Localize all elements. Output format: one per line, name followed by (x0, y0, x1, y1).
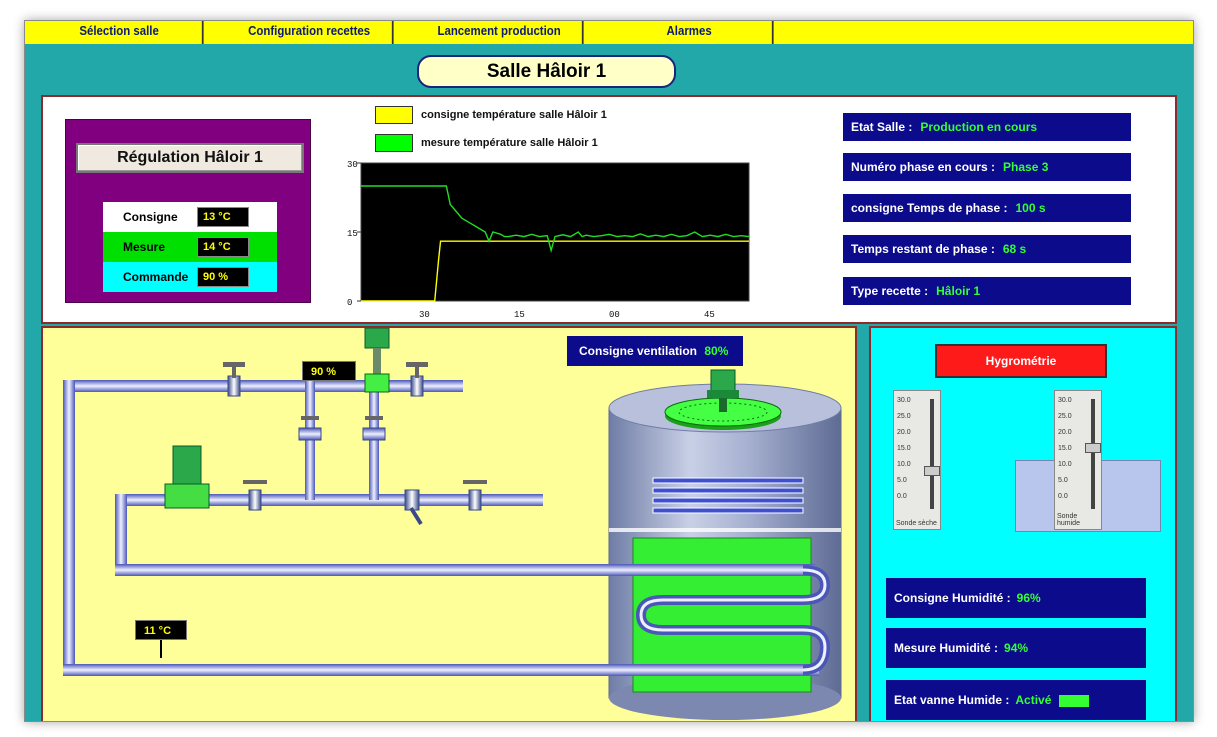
wet-probe-gauge[interactable]: 30.0 25.0 20.0 15.0 10.0 5.0 0.0 Sonde humide (1054, 390, 1102, 530)
setpoint-value[interactable]: 13 °C (197, 207, 249, 227)
return-temp-display: 11 °C (135, 620, 187, 640)
info-phase-remaining: Temps restant de phase : 68 s (843, 235, 1131, 263)
process-synoptic-panel: 90 % 11 °C Consigne ventilation 80% (41, 326, 857, 721)
dry-probe-track (930, 399, 934, 509)
command-value: 90 % (197, 267, 249, 287)
gauge-scale-label: 30.0 (897, 397, 911, 404)
chart-x-tick-label: 15 (514, 310, 525, 320)
humidity-valve-state-label: Etat vanne Humide : (894, 693, 1010, 707)
humidity-setpoint[interactable]: Consigne Humidité : 96% (886, 578, 1146, 618)
dry-probe-label: Sonde sèche (896, 520, 937, 527)
info-phase-time-setpoint-value: 100 s (1015, 201, 1046, 215)
manual-valve-icon[interactable] (362, 416, 386, 441)
control-valve-icon[interactable] (364, 328, 390, 393)
legend-setpoint-label: consigne température salle Hâloir 1 (421, 109, 607, 121)
wet-probe-track (1091, 399, 1095, 509)
gauge-scale-label: 10.0 (1058, 461, 1072, 468)
gauge-scale-label: 0.0 (1058, 493, 1068, 500)
gauge-scale-label: 30.0 (1058, 397, 1072, 404)
dry-probe-gauge[interactable]: 30.0 25.0 20.0 15.0 10.0 5.0 0.0 Sonde sèche (893, 390, 941, 530)
solenoid-valve-icon[interactable] (164, 445, 210, 509)
menu-lancement-production[interactable]: Lancement production (416, 21, 584, 44)
info-recipe-type-label: Type recette : (851, 284, 929, 298)
humidity-setpoint-value: 96% (1016, 591, 1041, 605)
legend-measure-label: mesure température salle Hâloir 1 (421, 137, 598, 149)
valve-active-indicator (1059, 694, 1090, 707)
info-room-state: Etat Salle : Production en cours (843, 113, 1131, 141)
gauge-scale-label: 15.0 (897, 445, 911, 452)
legend-measure-swatch (375, 134, 413, 152)
gauge-scale-label: 0.0 (897, 493, 907, 500)
info-phase-time-setpoint: consigne Temps de phase : 100 s (843, 194, 1131, 222)
top-panel: Régulation Hâloir 1 Consigne 13 °C Mesur… (41, 95, 1177, 324)
info-room-state-value: Production en cours (920, 120, 1038, 134)
humidity-measure-label: Mesure Humidité : (894, 641, 999, 655)
process-diagram (63, 328, 842, 720)
regulation-title-button[interactable]: Régulation Hâloir 1 (76, 143, 304, 173)
command-label: Commande (123, 270, 189, 284)
chart-y-tick-label: 30 (347, 160, 358, 170)
humidity-measure-value: 94% (1004, 641, 1029, 655)
temperature-trend-chart: 30 15 0 30 15 00 45 (347, 160, 750, 320)
chart-y-tick-label: 0 (347, 298, 352, 308)
dry-probe-slider[interactable] (924, 466, 940, 476)
menu-alarmes[interactable]: Alarmes (606, 21, 774, 44)
menu-configuration-recettes[interactable]: Configuration recettes (226, 21, 394, 44)
info-recipe-type: Type recette : Hâloir 1 (843, 277, 1131, 305)
valve-command-display: 90 % (302, 361, 356, 381)
gauge-scale-label: 20.0 (1058, 429, 1072, 436)
humidity-valve-state-value: Activé (1015, 693, 1052, 707)
info-phase-remaining-value: 68 s (1002, 242, 1027, 256)
measure-label: Mesure (123, 240, 166, 254)
info-phase-number-label: Numéro phase en cours : (851, 160, 996, 174)
humidity-valve-state: Etat vanne Humide : Activé (886, 680, 1146, 720)
command-row: Commande 90 % (103, 262, 277, 292)
gauge-scale-label: 10.0 (897, 461, 911, 468)
chart-y-tick-label: 15 (347, 229, 358, 239)
humidity-measure: Mesure Humidité : 94% (886, 628, 1146, 668)
info-phase-number: Numéro phase en cours : Phase 3 (843, 153, 1131, 181)
info-phase-number-value: Phase 3 (1003, 160, 1049, 174)
hygrometry-panel: Hygrométrie 30.0 25.0 20.0 15.0 10.0 5.0 0.0 S… (869, 326, 1177, 721)
manual-valve-icon[interactable] (298, 416, 322, 441)
info-phase-time-setpoint-label: consigne Temps de phase : (851, 201, 1008, 215)
hygrometry-button[interactable]: Hygrométrie (935, 344, 1107, 378)
info-phase-remaining-label: Temps restant de phase : (851, 242, 995, 256)
strainer-icon (404, 489, 423, 526)
gauge-scale-label: 5.0 (1058, 477, 1068, 484)
gauge-scale-label: 15.0 (1058, 445, 1072, 452)
page-title: Salle Hâloir 1 (417, 55, 676, 88)
regulation-box: Régulation Hâloir 1 Consigne 13 °C Mesur… (65, 119, 311, 303)
gauge-scale-label: 25.0 (897, 413, 911, 420)
chart-plot-area (360, 162, 750, 302)
menu-bar: Sélection salle Configuration recettes L… (25, 21, 1193, 44)
setpoint-label: Consigne (123, 210, 178, 224)
ventilation-setpoint[interactable]: Consigne ventilation 80% (567, 336, 743, 366)
ventilation-setpoint-value: 80% (704, 344, 729, 358)
measure-row: Mesure 14 °C (103, 232, 277, 262)
legend-setpoint-swatch (375, 106, 413, 124)
measure-value: 14 °C (197, 237, 249, 257)
menu-selection-salle[interactable]: Sélection salle (36, 21, 204, 44)
wet-probe-slider[interactable] (1085, 443, 1101, 453)
setpoint-row: Consigne 13 °C (103, 202, 277, 232)
chart-x-tick-label: 45 (704, 310, 715, 320)
info-room-state-label: Etat Salle : (851, 120, 913, 134)
gauge-scale-label: 25.0 (1058, 413, 1072, 420)
ventilation-setpoint-label: Consigne ventilation (579, 344, 698, 358)
scada-window: Sélection salle Configuration recettes L… (24, 20, 1194, 722)
chart-x-tick-label: 00 (609, 310, 620, 320)
wet-probe-label: Sonde humide (1057, 513, 1080, 527)
chart-x-tick-label: 30 (419, 310, 430, 320)
info-recipe-type-value: Hâloir 1 (936, 284, 981, 298)
gauge-scale-label: 20.0 (897, 429, 911, 436)
gauge-scale-label: 5.0 (897, 477, 907, 484)
humidity-setpoint-label: Consigne Humidité : (894, 591, 1011, 605)
